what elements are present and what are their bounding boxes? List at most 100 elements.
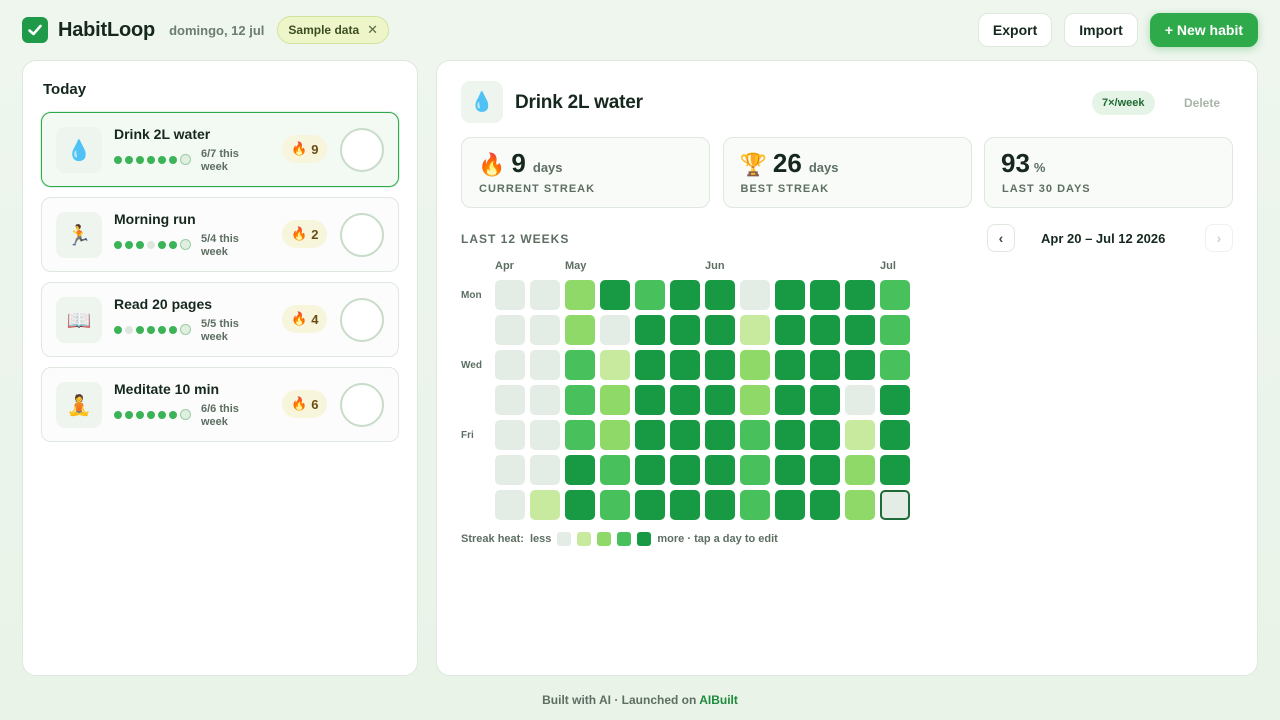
heatmap-cell[interactable] [775, 315, 805, 345]
heatmap-cell[interactable] [880, 315, 910, 345]
heatmap-cell[interactable] [495, 420, 525, 450]
heatmap-cell[interactable] [495, 490, 525, 520]
heatmap-cell[interactable] [600, 350, 630, 380]
heatmap-cell[interactable] [670, 350, 700, 380]
heatmap-cell[interactable] [845, 420, 875, 450]
heatmap-cell[interactable] [880, 455, 910, 485]
heatmap-cell[interactable] [530, 420, 560, 450]
heatmap-cell[interactable] [495, 315, 525, 345]
heatmap-cell[interactable] [705, 315, 735, 345]
heatmap-cell[interactable] [495, 350, 525, 380]
heatmap-cell[interactable] [600, 280, 630, 310]
habit-card[interactable]: 🧘 Meditate 10 min 6/6 this week 🔥 6 [41, 367, 399, 442]
heatmap-cell[interactable] [740, 350, 770, 380]
heatmap-cell[interactable] [530, 385, 560, 415]
heatmap-cell[interactable] [670, 420, 700, 450]
heatmap-cell-today[interactable] [880, 490, 910, 520]
prev-range-button[interactable]: ‹ [987, 224, 1015, 252]
heatmap-cell[interactable] [880, 420, 910, 450]
heatmap-cell[interactable] [565, 350, 595, 380]
heatmap-cell[interactable] [600, 420, 630, 450]
export-button[interactable]: Export [977, 13, 1053, 47]
heatmap-cell[interactable] [670, 490, 700, 520]
heatmap-cell[interactable] [705, 420, 735, 450]
heatmap-cell[interactable] [565, 280, 595, 310]
footer-brand-link[interactable]: AIBuilt [699, 693, 738, 707]
heatmap-cell[interactable] [740, 280, 770, 310]
close-icon[interactable]: ✕ [367, 22, 378, 38]
heatmap-cell[interactable] [600, 490, 630, 520]
heatmap-cell[interactable] [775, 420, 805, 450]
complete-checkbox[interactable] [340, 128, 384, 172]
heatmap-cell[interactable] [565, 420, 595, 450]
heatmap-cell[interactable] [880, 385, 910, 415]
heatmap-cell[interactable] [880, 280, 910, 310]
complete-checkbox[interactable] [340, 298, 384, 342]
heatmap-cell[interactable] [635, 490, 665, 520]
delete-button[interactable]: Delete [1184, 96, 1220, 110]
heatmap-cell[interactable] [565, 315, 595, 345]
heatmap-cell[interactable] [705, 490, 735, 520]
heatmap-cell[interactable] [530, 315, 560, 345]
import-button[interactable]: Import [1064, 13, 1138, 47]
heatmap-cell[interactable] [740, 490, 770, 520]
heatmap-cell[interactable] [565, 490, 595, 520]
habit-card[interactable]: 📖 Read 20 pages 5/5 this week 🔥 4 [41, 282, 399, 357]
heatmap-cell[interactable] [705, 385, 735, 415]
heatmap-cell[interactable] [635, 280, 665, 310]
heatmap-cell[interactable] [775, 385, 805, 415]
heatmap-cell[interactable] [705, 455, 735, 485]
heatmap-cell[interactable] [775, 280, 805, 310]
heatmap-cell[interactable] [495, 280, 525, 310]
heatmap-cell[interactable] [740, 385, 770, 415]
heatmap-cell[interactable] [810, 455, 840, 485]
heatmap-cell[interactable] [600, 385, 630, 415]
heatmap-cell[interactable] [635, 455, 665, 485]
heatmap-cell[interactable] [705, 280, 735, 310]
heatmap-cell[interactable] [810, 490, 840, 520]
heatmap-cell[interactable] [880, 350, 910, 380]
complete-checkbox[interactable] [340, 213, 384, 257]
heatmap-cell[interactable] [740, 315, 770, 345]
complete-checkbox[interactable] [340, 383, 384, 427]
heatmap-cell[interactable] [670, 280, 700, 310]
heatmap-cell[interactable] [845, 385, 875, 415]
heatmap-cell[interactable] [845, 490, 875, 520]
heatmap-cell[interactable] [775, 350, 805, 380]
heatmap-cell[interactable] [845, 315, 875, 345]
heatmap-cell[interactable] [810, 420, 840, 450]
heatmap-cell[interactable] [740, 420, 770, 450]
heatmap-cell[interactable] [845, 350, 875, 380]
heatmap-cell[interactable] [635, 420, 665, 450]
heatmap-cell[interactable] [495, 455, 525, 485]
heatmap-cell[interactable] [600, 315, 630, 345]
frequency-badge[interactable]: 7×/week [1092, 91, 1155, 115]
heatmap-cell[interactable] [740, 455, 770, 485]
heatmap-cell[interactable] [530, 280, 560, 310]
new-habit-button[interactable]: + New habit [1149, 13, 1258, 47]
heatmap-cell[interactable] [635, 385, 665, 415]
heatmap-cell[interactable] [565, 455, 595, 485]
heatmap-cell[interactable] [810, 350, 840, 380]
heatmap-cell[interactable] [810, 315, 840, 345]
heatmap-cell[interactable] [810, 280, 840, 310]
heatmap-cell[interactable] [670, 315, 700, 345]
heatmap-cell[interactable] [600, 455, 630, 485]
habit-card[interactable]: 🏃 Morning run 5/4 this week 🔥 2 [41, 197, 399, 272]
heatmap-cell[interactable] [845, 455, 875, 485]
heatmap-cell[interactable] [775, 490, 805, 520]
heatmap-cell[interactable] [775, 455, 805, 485]
habit-card[interactable]: 💧 Drink 2L water 6/7 this week 🔥 9 [41, 112, 399, 187]
heatmap-cell[interactable] [530, 490, 560, 520]
heatmap-cell[interactable] [530, 350, 560, 380]
heatmap-cell[interactable] [635, 350, 665, 380]
heatmap-cell[interactable] [810, 385, 840, 415]
heatmap-cell[interactable] [635, 315, 665, 345]
heatmap-cell[interactable] [565, 385, 595, 415]
heatmap-cell[interactable] [670, 455, 700, 485]
heatmap-cell[interactable] [705, 350, 735, 380]
next-range-button[interactable]: › [1205, 224, 1233, 252]
heatmap-cell[interactable] [495, 385, 525, 415]
heatmap-cell[interactable] [530, 455, 560, 485]
heatmap-cell[interactable] [670, 385, 700, 415]
